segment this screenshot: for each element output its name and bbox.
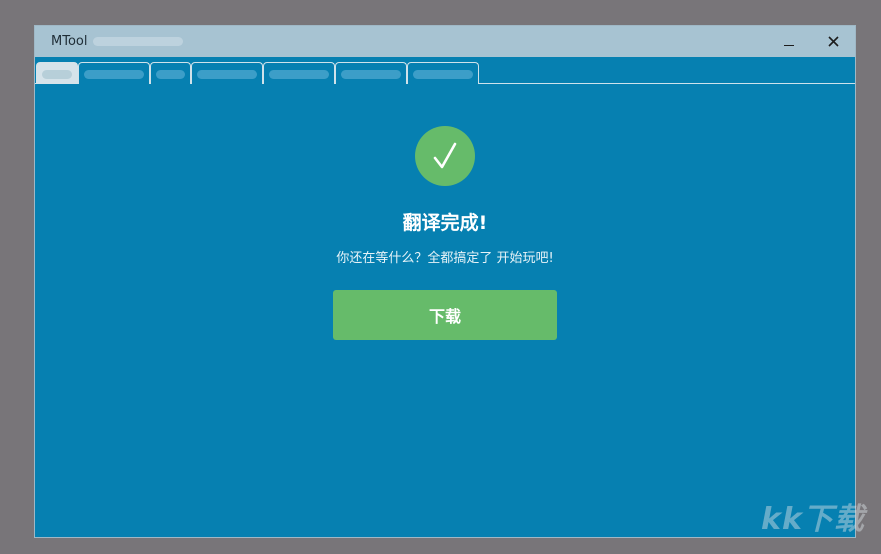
tab-4[interactable]: [191, 62, 263, 84]
download-button[interactable]: 下载: [333, 290, 557, 340]
tab-label: [341, 70, 401, 79]
completion-message: 你还在等什么？全都搞定了 开始玩吧!: [336, 251, 554, 266]
window-title: MTool: [51, 34, 88, 49]
tab-2[interactable]: [78, 62, 150, 84]
tab-label: [156, 70, 185, 79]
check-icon: [433, 142, 457, 169]
success-badge: [415, 126, 475, 186]
minimize-button[interactable]: [769, 26, 809, 57]
tab-7[interactable]: [407, 62, 479, 84]
tab-label: [413, 70, 473, 79]
main-content: 翻译完成! 你还在等什么？全都搞定了 开始玩吧! 下载: [35, 84, 855, 537]
tab-label: [269, 70, 329, 79]
close-icon: [827, 36, 839, 47]
close-button[interactable]: [813, 26, 853, 57]
tab-label: [84, 70, 144, 79]
minimize-icon: [784, 44, 794, 47]
app-window: MTool 翻译完成! 你还在等什么？全都搞定了 开始玩吧! 下载: [34, 25, 856, 538]
tab-label: [197, 70, 257, 79]
title-redacted-text: [93, 37, 183, 46]
tab-1[interactable]: [36, 62, 78, 84]
tab-label: [42, 70, 72, 79]
completion-heading: 翻译完成!: [402, 212, 488, 234]
tab-3[interactable]: [150, 62, 191, 84]
tab-bar: [35, 57, 855, 84]
title-bar[interactable]: MTool: [35, 26, 855, 57]
watermark-logo: kk下载: [761, 502, 865, 537]
tab-5[interactable]: [263, 62, 335, 84]
tab-6[interactable]: [335, 62, 407, 84]
